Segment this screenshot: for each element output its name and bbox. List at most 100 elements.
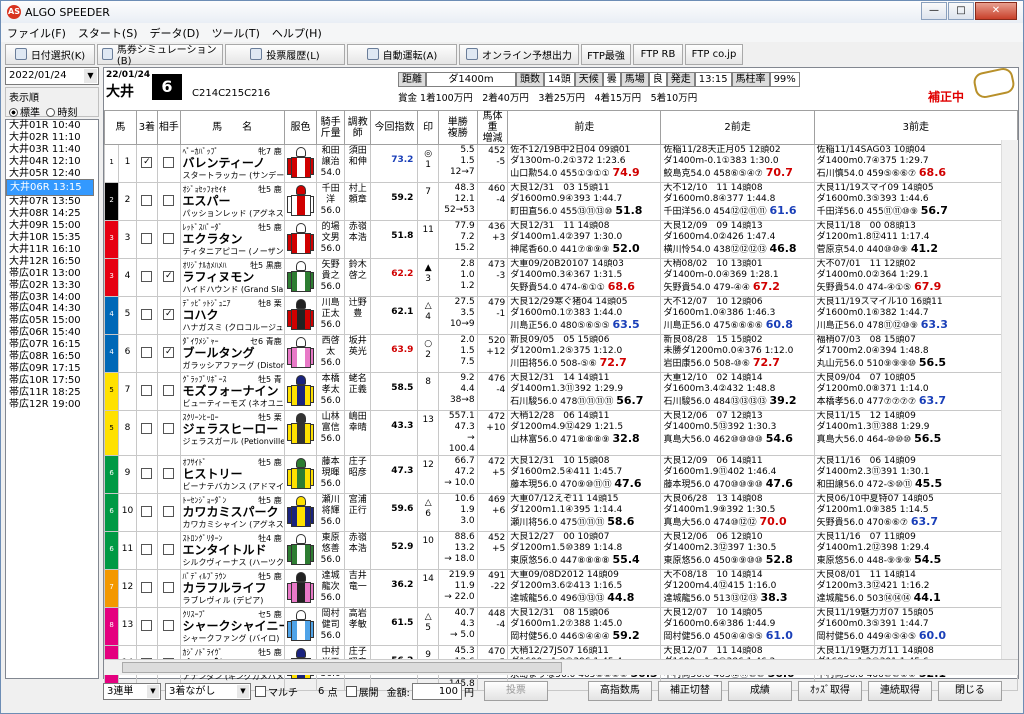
- mark-cell[interactable]: △ 6: [417, 493, 439, 532]
- race-list-item[interactable]: 大井11R 16:10: [6, 244, 98, 256]
- prev-race-3[interactable]: 大良11/19スマイ09 14頭05 ダ1600m0.3⑤393 1:44.6 千田…: [813, 182, 1019, 221]
- bet-method-select[interactable]: 3着ながし ▼: [165, 682, 251, 700]
- partner-checkbox[interactable]: [163, 468, 175, 479]
- horse-name-cell[interactable]: ｵｼﾞｮｾｯﾌｫｾｲｷ牡5 鹿エスパーパッションレッド (アグネスタキオン): [179, 182, 285, 221]
- race-list-item[interactable]: 帯広02R 13:30: [6, 280, 98, 292]
- column-header[interactable]: 2前走: [660, 110, 815, 145]
- horse-name-cell[interactable]: ﾚｯﾄﾞｽﾊﾟｰﾀﾞ牡5 鹿エクラタンティタニアピコー (ノーザンテースト): [179, 220, 285, 259]
- prev-race-3[interactable]: 大良11/16 06 14頭09 ダ1400m2.3⑪391 1:30.1 和田譲5…: [813, 455, 1019, 494]
- horse-name-cell[interactable]: ｽﾄﾛﾝｸﾞﾘﾀｰﾝ牡4 鹿エンタイトルドシルクヴィーナス (ハーツクライ): [179, 531, 285, 570]
- partner-checkbox[interactable]: ✓: [163, 309, 175, 320]
- horse-row[interactable]: 611 ｽﾄﾛﾝｸﾞﾘﾀｰﾝ牡4 鹿エンタイトルドシルクヴィーナス (ハーツクライ…: [103, 531, 1019, 570]
- partner-checkbox[interactable]: [163, 385, 175, 396]
- prev-race-3[interactable]: 福稍07/03 08 15頭07 ダ1700m2.0④394 1:48.8 丸山元5…: [813, 334, 1019, 373]
- third-place-checkbox[interactable]: [141, 195, 153, 206]
- prev-race-3[interactable]: 大良11/15 12 14頭09 ダ1400m1.3⑪388 1:29.9 真島大5…: [813, 410, 1019, 456]
- horse-row[interactable]: 5 8 ｽｸﾘｰﾝﾋｰﾛｰ 牡5 栗ジェラスヒーロー ジェラスガール (Petionvi…: [103, 410, 1019, 456]
- horse-name-cell[interactable]: ﾀﾞｲﾜﾒｼﾞｬｰセ6 青鹿ブールタングガラッシアファーグ (Distorted…: [179, 334, 285, 373]
- column-header[interactable]: 服色: [283, 110, 318, 145]
- prev-race-2[interactable]: 大稍08/02 10 13頭01 ダ1400m-0.0④369 1:28.1 矢野貴…: [660, 258, 815, 297]
- prev-race-2[interactable]: 大良12/06 06 12頭10 ダ1400m2.3⑫397 1:30.5 東原悠5…: [660, 531, 815, 570]
- race-list-item[interactable]: 帯広03R 14:00: [6, 292, 98, 304]
- horse-name-cell[interactable]: ｵﾘｼﾞﾅﾙｶﾒﾊﾒﾊ 牡5 黒鹿 ラフィヌモン ハイドハウンド (Grand Sla…: [179, 258, 285, 297]
- third-place-checkbox[interactable]: [141, 347, 153, 358]
- horse-row[interactable]: 33 ﾚｯﾄﾞｽﾊﾟｰﾀﾞ牡5 鹿エクラタンティタニアピコー (ノーザンテースト)…: [103, 220, 1019, 259]
- race-list-item[interactable]: 大井03R 11:40: [6, 144, 98, 156]
- horse-row[interactable]: 4 5 ✓ ﾃﾞｯﾋﾟｯﾄｼﾞｭﾆｱ 牡8 栗コハク ハナガスミ (クロコルージュ) 川島 …: [103, 296, 1019, 335]
- vote-button[interactable]: 投票: [483, 681, 548, 701]
- partner-checkbox[interactable]: [163, 506, 175, 517]
- column-header[interactable]: 3前走: [813, 110, 1019, 145]
- column-header[interactable]: 馬体重 増減: [476, 110, 509, 145]
- race-list-item[interactable]: 帯広09R 17:15: [6, 363, 98, 375]
- mark-cell[interactable]: 8: [417, 372, 439, 411]
- horse-name-cell[interactable]: ｵﾌｻｲﾄﾞ牡5 鹿ヒストリービーナテバカンス (アドマイヤジャパン): [179, 455, 285, 494]
- prev-race-1[interactable]: 大重09/08D2012 14頭09 ダ1200m3.6②413 1:16.5 達城…: [507, 569, 662, 608]
- race-list-item[interactable]: 大井02R 11:10: [6, 132, 98, 144]
- prev-race-1[interactable]: 大良12/31 10 15頭08 ダ1600m2.5④411 1:45.7 藤本現5…: [507, 455, 662, 494]
- horse-name-cell[interactable]: ｸﾘｽｰﾌﾟ セ5 鹿シャークシャイニー シャークファング (バイロ): [179, 607, 285, 646]
- mark-cell[interactable]: △ 4: [417, 296, 439, 335]
- mark-cell[interactable]: ▲ 3: [417, 258, 439, 297]
- prev-race-1[interactable]: 大良12/31 03 15頭11 ダ1600m0.9④393 1:44.7 町田直5…: [507, 182, 662, 221]
- prev-race-3[interactable]: 大良09/04 07 10頭05 ダ1200m0.0⑧371 1:14.0 本橋孝5…: [813, 372, 1019, 411]
- third-place-checkbox[interactable]: [141, 544, 153, 555]
- prev-race-2[interactable]: 大良12/07 10 14頭05 ダ1600m0.6④386 1:44.9 岡村健5…: [660, 607, 815, 646]
- mark-cell[interactable]: 14: [417, 569, 439, 608]
- third-place-checkbox[interactable]: [141, 233, 153, 244]
- radio-time[interactable]: 時刻: [46, 108, 77, 119]
- third-place-checkbox[interactable]: [141, 620, 153, 631]
- odds-fetch-button[interactable]: ｵｯｽﾞ取得: [797, 681, 862, 701]
- prev-race-2[interactable]: 佐稲11/28天正月05 12頭02 ダ1400m-0.1①383 1:30.0 鮫…: [660, 144, 815, 183]
- close-panel-button[interactable]: 閉じる: [937, 681, 1002, 701]
- prev-race-2[interactable]: 大重12/10 02 14頭14 ダ1600m3.4②432 1:48.8 石川駿5…: [660, 372, 815, 411]
- prev-race-1[interactable]: 大重07/12えぞ11 14頭15 ダ1200m1.1④395 1:14.4 瀬川将…: [507, 493, 662, 532]
- menu-item-4[interactable]: ヘルプ(H): [266, 25, 328, 41]
- race-list-item[interactable]: 大井12R 16:50: [6, 256, 98, 268]
- third-place-checkbox[interactable]: [141, 385, 153, 396]
- prev-race-3[interactable]: 大良06/10中夏特07 14頭05 ダ1200m1.0⑨385 1:14.5 矢野…: [813, 493, 1019, 532]
- horse-row[interactable]: 4 6 ✓ ﾀﾞｲﾜﾒｼﾞｬｰ セ6 青鹿 ブールタング ガラッシアファーグ (Distor…: [103, 334, 1019, 373]
- third-place-checkbox[interactable]: [141, 423, 153, 434]
- race-list-item[interactable]: 帯広07R 16:15: [6, 339, 98, 351]
- prev-race-2[interactable]: 大不12/10 11 14頭08 ダ1600m0.8④377 1:44.8 千田洋5…: [660, 182, 815, 221]
- prev-race-2[interactable]: 大不12/07 10 12頭06 ダ1600m1.0④386 1:46.3 川島正5…: [660, 296, 815, 335]
- prev-race-2[interactable]: 大良12/06 07 12頭13 ダ1400m0.5⑬392 1:30.3 真島大5…: [660, 410, 815, 456]
- mark-cell[interactable]: ◎ 1: [417, 144, 439, 183]
- race-list-item[interactable]: 帯広08R 16:50: [6, 351, 98, 363]
- race-list-item[interactable]: 大井10R 15:35: [6, 232, 98, 244]
- mark-cell[interactable]: 7: [417, 182, 439, 221]
- partner-checkbox[interactable]: ✓: [163, 347, 175, 358]
- bet-type-select[interactable]: 3連単 ▼: [103, 682, 161, 700]
- prev-race-2[interactable]: 新良08/28 15 15頭02 未勝ダ1200m0.0④376 1:12.0 岩田…: [660, 334, 815, 373]
- prev-race-1[interactable]: 大良12/29寒ぐ猪04 14頭05 ダ1600m0.1⑦383 1:44.0 川島…: [507, 296, 662, 335]
- partner-checkbox[interactable]: [163, 620, 175, 631]
- horse-row[interactable]: 57 ｸﾞﾗｯﾌﾞﾘﾎﾞｰｽ牡5 青モズフォーナインビューティーモズ (ネオユニヴ…: [103, 372, 1019, 411]
- third-place-checkbox[interactable]: [141, 309, 153, 320]
- mark-cell[interactable]: 12: [417, 455, 439, 494]
- results-button[interactable]: 成績: [727, 681, 792, 701]
- partner-checkbox[interactable]: [163, 233, 175, 244]
- column-header[interactable]: 今回指数: [370, 110, 419, 145]
- mark-cell[interactable]: 13: [417, 410, 439, 456]
- partner-checkbox[interactable]: [163, 423, 175, 434]
- column-header[interactable]: 単勝 複勝: [437, 110, 478, 145]
- date-select[interactable]: 2022/01/24 ▼: [5, 67, 99, 85]
- column-header[interactable]: 馬 名: [179, 110, 285, 145]
- high-index-button[interactable]: 高指数馬: [587, 681, 652, 701]
- column-header[interactable]: 3着: [135, 110, 159, 145]
- partner-checkbox[interactable]: [163, 544, 175, 555]
- column-header[interactable]: 印: [417, 110, 439, 145]
- horse-name-cell[interactable]: ｽｸﾘｰﾝﾋｰﾛｰ 牡5 栗ジェラスヒーロー ジェラスガール (Petionvill…: [179, 410, 285, 456]
- horse-name-cell[interactable]: ﾃﾞｯﾋﾟｯﾄｼﾞｭﾆｱ 牡8 栗コハク ハナガスミ (クロコルージュ): [179, 296, 285, 335]
- horse-row[interactable]: 22 ｵｼﾞｮｾｯﾌｫｾｲｷ牡5 鹿エスパーパッションレッド (アグネスタキオン)…: [103, 182, 1019, 221]
- prev-race-2[interactable]: 大良12/09 09 14頭13 ダ1600m4.0②426 1:47.4 横川怜5…: [660, 220, 815, 259]
- race-list-item[interactable]: 大井08R 14:25: [6, 208, 98, 220]
- third-place-checkbox[interactable]: [141, 468, 153, 479]
- horse-name-cell[interactable]: ｸﾞﾗｯﾌﾞﾘﾎﾞｰｽ牡5 青モズフォーナインビューティーモズ (ネオユニヴァー…: [179, 372, 285, 411]
- toolbar-button-4[interactable]: オンライン予想出力: [459, 43, 579, 65]
- mark-cell[interactable]: ○ 2: [417, 334, 439, 373]
- prev-race-1[interactable]: 大良12/31 11 14頭08 ダ1400m1.4②397 1:30.0 神尾香6…: [507, 220, 662, 259]
- race-list-item[interactable]: 大井06R 13:15: [6, 179, 94, 197]
- mark-cell[interactable]: 11: [417, 220, 439, 259]
